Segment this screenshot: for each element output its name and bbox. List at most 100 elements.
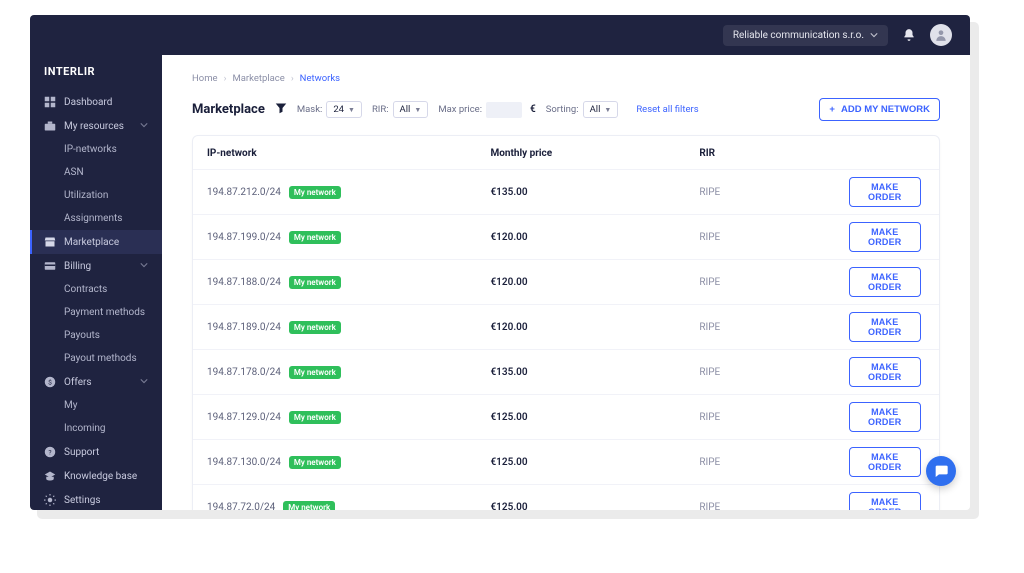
chat-widget[interactable] [926,456,956,486]
make-order-button[interactable]: MAKE ORDER [849,492,921,510]
sort-select[interactable]: All ▼ [583,101,619,118]
main-content: Home › Marketplace › Networks Marketplac… [162,55,970,510]
rir-select[interactable]: All ▼ [393,101,429,118]
make-order-button[interactable]: MAKE ORDER [849,357,921,387]
max-price-input[interactable] [486,102,522,118]
sidebar-item-asn[interactable]: ASN [30,161,162,184]
rir-cell: RIPE [685,395,834,440]
reset-filters-link[interactable]: Reset all filters [636,104,698,115]
rir-cell: RIPE [685,215,834,260]
sidebar-item-utilization[interactable]: Utilization [30,184,162,207]
table-row: 194.87.212.0/24My network€135.00RIPEMAKE… [193,170,939,215]
price-cell: €135.00 [476,170,685,215]
sidebar-item-dashboard[interactable]: Dashboard [30,90,162,114]
sidebar-item-assignments[interactable]: Assignments [30,207,162,230]
ip-cell: 194.87.188.0/24My network [193,260,476,305]
sidebar-item-payouts[interactable]: Payouts [30,324,162,347]
store-icon [44,236,56,248]
sidebar-item-label: Incoming [64,423,106,434]
sidebar-item-label: My [64,400,77,411]
col-price: Monthly price [476,136,685,170]
mask-select[interactable]: 24 ▼ [326,101,362,118]
chat-icon [933,463,949,479]
sidebar-item-knowledge[interactable]: Knowledge base [30,464,162,488]
my-network-badge: My network [289,366,341,379]
sidebar-item-marketplace[interactable]: Marketplace [30,230,162,254]
chevron-down-icon: ▼ [348,106,355,114]
breadcrumb-marketplace[interactable]: Marketplace [232,73,284,84]
ip-cell: 194.87.129.0/24My network [193,395,476,440]
sidebar-item-payout-methods[interactable]: Payout methods [30,347,162,370]
breadcrumb-networks[interactable]: Networks [300,73,340,84]
sidebar-item-settings[interactable]: Settings [30,488,162,510]
avatar[interactable] [930,24,952,46]
my-network-badge: My network [289,276,341,289]
make-order-button[interactable]: MAKE ORDER [849,267,921,297]
sidebar-item-ip-networks[interactable]: IP-networks [30,138,162,161]
ip-cell: 194.87.199.0/24My network [193,215,476,260]
chevron-down-icon [140,121,148,132]
sidebar: INTERLIR Dashboard My resources [30,55,162,510]
sidebar-item-label: Offers [64,377,92,388]
sidebar-item-billing[interactable]: Billing [30,254,162,278]
ip-cell: 194.87.130.0/24My network [193,440,476,485]
table-row: 194.87.189.0/24My network€120.00RIPEMAKE… [193,305,939,350]
sidebar-item-offers[interactable]: $ Offers [30,370,162,394]
table-row: 194.87.178.0/24My network€135.00RIPEMAKE… [193,350,939,395]
filter-value: All [590,104,601,115]
make-order-button[interactable]: MAKE ORDER [849,312,921,342]
ip-cell: 194.87.189.0/24My network [193,305,476,350]
rir-filter: RIR: All ▼ [372,101,428,118]
breadcrumb: Home › Marketplace › Networks [192,73,940,84]
sidebar-item-label: IP-networks [64,144,117,155]
page-title: Marketplace [192,102,265,117]
col-ip: IP-network [193,136,476,170]
page-header: Marketplace Mask: 24 ▼ RIR: All ▼ [192,98,940,121]
filter-label: Mask: [297,104,322,115]
topbar: Reliable communication s.r.o. [30,15,970,55]
gear-icon [44,494,56,506]
my-network-badge: My network [289,456,341,469]
sidebar-item-label: Billing [64,261,91,272]
filter-label: Max price: [438,104,482,115]
filter-icon[interactable] [275,102,287,117]
sidebar-item-offers-my[interactable]: My [30,394,162,417]
dollar-icon: $ [44,376,56,388]
my-network-badge: My network [289,321,341,334]
chevron-down-icon: ▼ [414,106,421,114]
card-icon [44,260,56,272]
chevron-down-icon [140,377,148,388]
table-row: 194.87.130.0/24My network€125.00RIPEMAKE… [193,440,939,485]
max-price-filter: Max price: € [438,102,535,118]
org-name: Reliable communication s.r.o. [733,30,864,41]
make-order-button[interactable]: MAKE ORDER [849,222,921,252]
sidebar-item-my-resources[interactable]: My resources [30,114,162,138]
table-row: 194.87.188.0/24My network€120.00RIPEMAKE… [193,260,939,305]
table-row: 194.87.129.0/24My network€125.00RIPEMAKE… [193,395,939,440]
sidebar-item-contracts[interactable]: Contracts [30,278,162,301]
org-switcher[interactable]: Reliable communication s.r.o. [723,25,888,46]
sidebar-item-support[interactable]: ? Support [30,440,162,464]
table-row: 194.87.72.0/24My network€125.00RIPEMAKE … [193,485,939,511]
my-network-badge: My network [289,186,341,199]
table-row: 194.87.199.0/24My network€120.00RIPEMAKE… [193,215,939,260]
currency-symbol: € [530,104,536,115]
sidebar-item-payment-methods[interactable]: Payment methods [30,301,162,324]
chevron-down-icon [140,261,148,272]
make-order-button[interactable]: MAKE ORDER [849,402,921,432]
add-network-button[interactable]: + ADD MY NETWORK [819,98,940,121]
breadcrumb-home[interactable]: Home [192,73,218,84]
rir-cell: RIPE [685,260,834,305]
make-order-button[interactable]: MAKE ORDER [849,177,921,207]
my-network-badge: My network [289,231,341,244]
sidebar-item-label: Settings [64,495,101,506]
make-order-button[interactable]: MAKE ORDER [849,447,921,477]
price-cell: €135.00 [476,350,685,395]
sidebar-item-offers-incoming[interactable]: Incoming [30,417,162,440]
my-network-badge: My network [283,501,335,511]
briefcase-icon [44,120,56,132]
my-network-badge: My network [289,411,341,424]
bell-icon[interactable] [902,28,916,42]
networks-card: IP-network Monthly price RIR 194.87.212.… [192,135,940,510]
mask-filter: Mask: 24 ▼ [297,101,362,118]
